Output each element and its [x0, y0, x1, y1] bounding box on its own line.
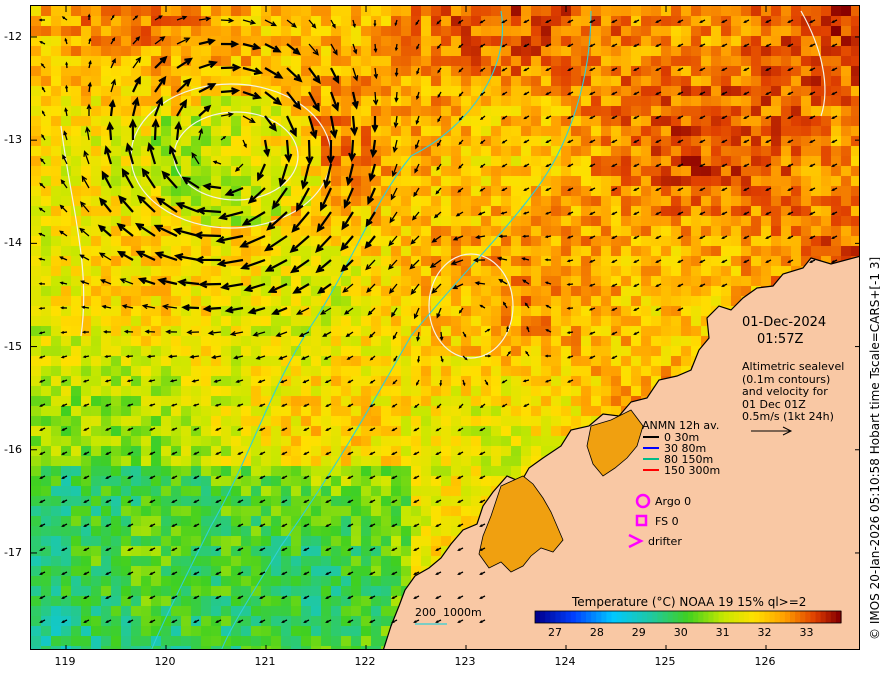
sst-map: 01-Dec-2024 01:57Z Altimetric sealevel (… — [30, 5, 860, 650]
lon-tick-label: 120 — [154, 655, 176, 668]
isobath-label: 200 1000m — [415, 606, 482, 619]
map-time: 01:57Z — [757, 332, 804, 347]
colorbar-tick-label: 28 — [589, 626, 604, 639]
info-box: Altimetric sealevel (0.1m contours) and … — [742, 360, 845, 424]
velocity-arrow — [544, 354, 551, 358]
lon-tick-label: 126 — [754, 655, 776, 668]
velocity-arrow — [38, 18, 45, 22]
fs-label: FS 0 — [655, 515, 679, 528]
lon-tick-label: 121 — [254, 655, 276, 668]
argo-label: Argo 0 — [655, 495, 692, 508]
colorbar-tick-label: 32 — [757, 626, 772, 639]
drifter-label: drifter — [648, 535, 682, 548]
lon-tick-label: 125 — [654, 655, 676, 668]
lon-tick-label: 122 — [354, 655, 376, 668]
colorbar-tick-label: 29 — [631, 626, 646, 639]
info-line: Altimetric sealevel — [742, 360, 845, 373]
legend-label-150-300: 150 300m — [664, 464, 721, 477]
lon-tick-label: 124 — [554, 655, 576, 668]
credit-text: © IMOS 20-Jan-2026 05:10:58 Hobart time … — [868, 256, 880, 640]
lat-tick-label: -14 — [4, 236, 22, 250]
colorbar-tick-label: 27 — [547, 626, 562, 639]
colorbar-title: Temperature (°C) NOAA 19 15% ql>=2 — [572, 595, 807, 609]
info-line: and velocity for — [742, 385, 828, 398]
lat-tick-label: -13 — [4, 133, 22, 147]
info-line: 0.5m/s (1kt 24h) — [742, 410, 834, 423]
lat-tick-label: -15 — [4, 339, 22, 353]
colorbar-tick-label: 30 — [673, 626, 688, 639]
lat-tick-label: -12 — [4, 29, 22, 43]
lat-tick-label: -16 — [4, 442, 22, 456]
lon-tick-label: 123 — [454, 655, 476, 668]
lon-tick-label: 119 — [54, 655, 76, 668]
lat-tick-label: -17 — [4, 545, 22, 559]
map-canvas — [31, 6, 859, 649]
velocity-arrow — [485, 354, 492, 358]
colorbar-tick-label: 31 — [715, 626, 730, 639]
map-date: 01-Dec-2024 — [742, 315, 827, 330]
colorbar-tick-label: 33 — [799, 626, 814, 639]
colorbar — [534, 610, 842, 624]
